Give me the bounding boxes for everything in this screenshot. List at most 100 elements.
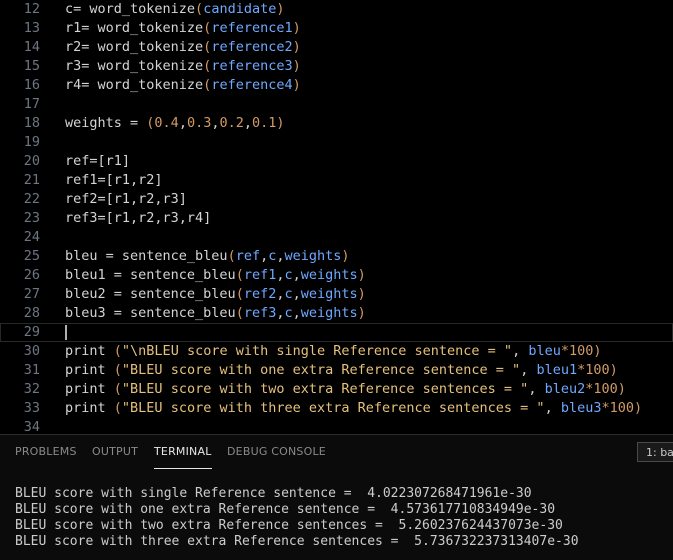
code-token: bleu2 = sentence_bleu: [65, 286, 236, 302]
code-editor[interactable]: 12 c= word_tokenize(candidate) 13 r1= word_…: [0, 0, 673, 434]
code-line[interactable]: 16 r4= word_tokenize(reference4): [0, 76, 673, 95]
terminal-output-line: BLEU score with one extra Reference sent…: [15, 502, 556, 517]
code-token: weights: [300, 267, 358, 283]
code-token: r1= word_tokenize: [65, 20, 204, 36]
code-token: ): [593, 343, 602, 359]
code-token: candidate: [203, 1, 277, 17]
code-token: ): [292, 20, 301, 36]
terminal-output-line: BLEU score with single Reference sentenc…: [15, 486, 532, 501]
code-token: (: [227, 248, 236, 264]
code-token: ref2=[r1,r2,r3]: [65, 191, 187, 207]
code-token: (: [235, 267, 244, 283]
code-token: 0.3: [186, 115, 212, 131]
code-token: (: [235, 286, 244, 302]
tab-terminal[interactable]: TERMINAL: [154, 435, 212, 469]
code-token: weights: [284, 248, 342, 264]
line-number: 12: [23, 1, 40, 17]
code-line[interactable]: 19: [0, 133, 673, 152]
code-token: ): [357, 305, 366, 321]
code-token: "\nBLEU score with single Reference sent…: [121, 343, 513, 359]
code-token: ,: [243, 115, 253, 131]
code-line[interactable]: 28 bleu3 = sentence_bleu(ref3,c,weights): [0, 304, 673, 323]
line-number: 18: [23, 115, 40, 131]
line-number: 14: [23, 39, 40, 55]
code-token: (: [113, 362, 122, 378]
line-number: 29: [23, 324, 40, 340]
code-line[interactable]: 12 c= word_tokenize(candidate): [0, 0, 673, 19]
code-line[interactable]: 18 weights = (0.4,0.3,0.2,0.1): [0, 114, 673, 133]
code-token: ): [357, 267, 366, 283]
code-line[interactable]: 21 ref1=[r1,r2]: [0, 171, 673, 190]
line-number: 16: [23, 77, 40, 93]
line-number: 27: [23, 286, 40, 302]
code-token: reference3: [211, 58, 293, 74]
code-token: ref=[r1]: [65, 153, 131, 169]
line-number: 20: [23, 153, 40, 169]
code-line[interactable]: 24: [0, 228, 673, 247]
code-line[interactable]: 17: [0, 95, 673, 114]
line-number: 30: [23, 343, 40, 359]
line-number: 31: [23, 362, 40, 378]
panel-tab-bar: PROBLEMS OUTPUT TERMINAL DEBUG CONSOLE: [0, 435, 673, 469]
code-token: reference4: [211, 77, 293, 93]
code-token: print: [65, 362, 114, 378]
code-text: ref3=[r1,r2,r3,r4]: [65, 209, 211, 228]
code-token: *100: [577, 362, 610, 378]
code-token: bleu = sentence_bleu: [65, 248, 228, 264]
code-token: ref3: [243, 305, 277, 321]
code-token: 0.4: [154, 115, 179, 131]
code-token: ref3=[r1,r2,r3,r4]: [65, 210, 212, 226]
code-token: reference2: [211, 39, 293, 55]
code-token: *100: [601, 400, 634, 416]
code-token: ref1: [243, 267, 277, 283]
code-line[interactable]: 34: [0, 418, 673, 434]
code-line[interactable]: 15 r3= word_tokenize(reference3): [0, 57, 673, 76]
code-line[interactable]: 29: [0, 323, 673, 342]
terminal-output[interactable]: BLEU score with single Reference sentenc…: [15, 486, 665, 550]
line-number: 22: [23, 191, 40, 207]
code-text: print ("BLEU score with three extra Refe…: [65, 399, 642, 418]
code-line[interactable]: 32 print ("BLEU score with two extra Refe…: [0, 380, 673, 399]
code-line[interactable]: 14 r2= word_tokenize(reference2): [0, 38, 673, 57]
code-text: weights = (0.4,0.3,0.2,0.1): [65, 114, 285, 133]
code-token: "BLEU score with two extra Reference sen…: [121, 381, 529, 397]
code-token: ref: [235, 248, 261, 264]
code-token: r4= word_tokenize: [65, 77, 204, 93]
line-number: 21: [23, 172, 40, 188]
code-token: ): [341, 248, 350, 264]
code-token: *100: [585, 381, 618, 397]
code-token: bleu: [528, 343, 561, 359]
code-text: print ("BLEU score with two extra Refere…: [65, 380, 626, 399]
code-token: ): [633, 400, 643, 416]
code-line[interactable]: 27 bleu2 = sentence_bleu(ref2,c,weights): [0, 285, 673, 304]
tab-problems[interactable]: PROBLEMS: [15, 435, 77, 468]
code-line[interactable]: 30 print ("\nBLEU score with single Refer…: [0, 342, 673, 361]
code-token: ref1=[r1,r2]: [65, 172, 163, 188]
code-token: weights: [300, 286, 358, 302]
line-number: 17: [23, 96, 40, 112]
code-text: bleu1 = sentence_bleu(ref1,c,weights): [65, 266, 366, 285]
code-line[interactable]: 26 bleu1 = sentence_bleu(ref1,c,weights): [0, 266, 673, 285]
code-line[interactable]: 31 print ("BLEU score with one extra Refe…: [0, 361, 673, 380]
bottom-panel: PROBLEMS OUTPUT TERMINAL DEBUG CONSOLE 1: b…: [0, 434, 673, 560]
tab-output[interactable]: OUTPUT: [92, 435, 138, 468]
code-token: ,: [528, 381, 545, 397]
code-text: r2= word_tokenize(reference2): [65, 38, 301, 57]
code-line[interactable]: 13 r1= word_tokenize(reference1): [0, 19, 673, 38]
code-token: ,: [512, 343, 529, 359]
code-line[interactable]: 20 ref=[r1]: [0, 152, 673, 171]
tab-debug-console[interactable]: DEBUG CONSOLE: [227, 435, 326, 468]
code-token: bleu2: [544, 381, 586, 397]
code-token: r2= word_tokenize: [65, 39, 204, 55]
code-line[interactable]: 33 print ("BLEU score with three extra Re…: [0, 399, 673, 418]
code-line[interactable]: 22 ref2=[r1,r2,r3]: [0, 190, 673, 209]
code-token: ): [292, 39, 301, 55]
code-token: (: [113, 381, 122, 397]
terminal-selector[interactable]: 1: bash: [637, 442, 673, 462]
code-token: ): [276, 115, 285, 131]
code-token: *100: [560, 343, 594, 359]
code-token: ref2: [243, 286, 277, 302]
code-token: ): [357, 286, 366, 302]
code-line[interactable]: 25 bleu = sentence_bleu(ref,c,weights): [0, 247, 673, 266]
code-line[interactable]: 23 ref3=[r1,r2,r3,r4]: [0, 209, 673, 228]
